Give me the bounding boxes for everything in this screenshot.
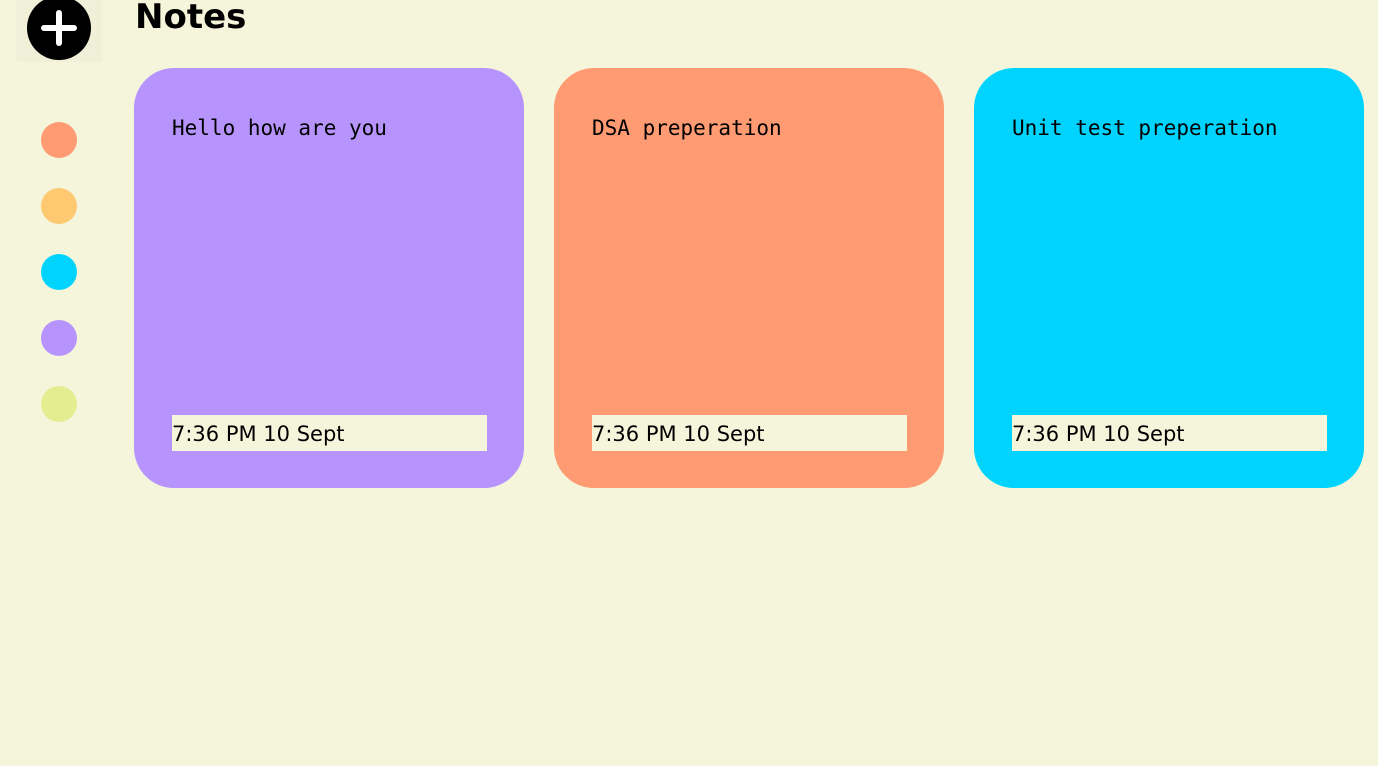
- note-textarea[interactable]: Unit test preperation: [1012, 112, 1332, 362]
- color-dot-cyan[interactable]: [41, 254, 77, 290]
- note-card: Unit test preperation 7:36 PM 10 Sept: [974, 68, 1364, 488]
- color-dot-purple[interactable]: [41, 320, 77, 356]
- sidebar: [0, 0, 118, 766]
- note-card: Hello how are you 7:36 PM 10 Sept: [134, 68, 524, 488]
- color-picker-list: [41, 122, 77, 452]
- note-textarea[interactable]: DSA preperation: [592, 112, 912, 362]
- note-textarea[interactable]: Hello how are you: [172, 112, 492, 362]
- plus-circle-icon: [41, 10, 77, 46]
- color-dot-orange[interactable]: [41, 122, 77, 158]
- page-title: Notes: [135, 0, 247, 37]
- color-dot-lime[interactable]: [41, 386, 77, 422]
- color-dot-yellow[interactable]: [41, 188, 77, 224]
- note-timestamp: 7:36 PM 10 Sept: [1012, 415, 1327, 451]
- notes-grid: Hello how are you 7:36 PM 10 Sept DSA pr…: [134, 68, 1364, 488]
- note-timestamp: 7:36 PM 10 Sept: [172, 415, 487, 451]
- add-note-button[interactable]: [27, 0, 91, 60]
- note-card: DSA preperation 7:36 PM 10 Sept: [554, 68, 944, 488]
- note-timestamp: 7:36 PM 10 Sept: [592, 415, 907, 451]
- add-note-area: [16, 0, 102, 62]
